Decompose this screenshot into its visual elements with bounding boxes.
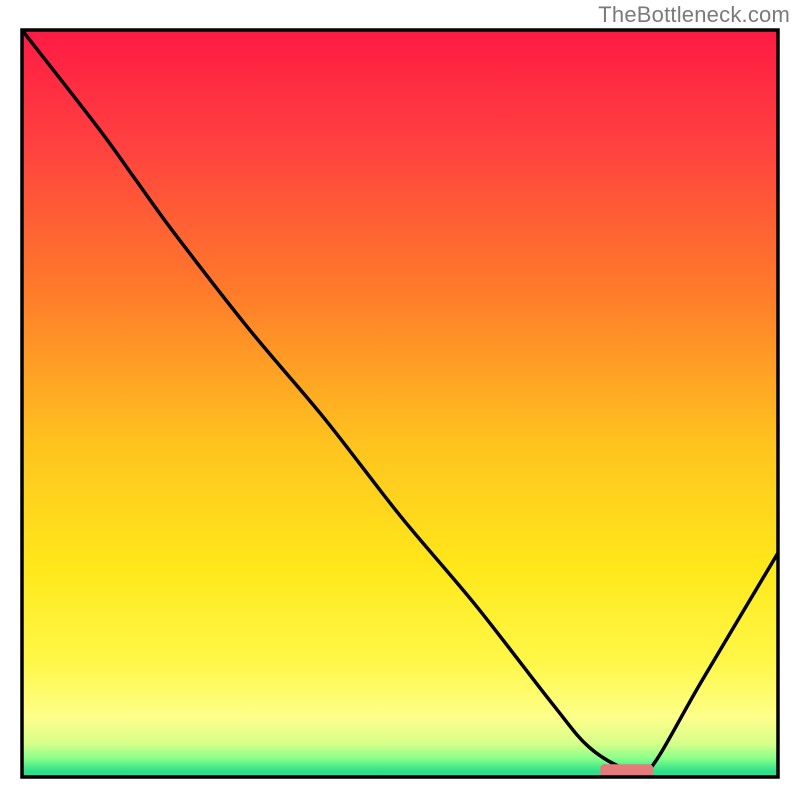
plot-background xyxy=(22,30,778,777)
chart-container: { "watermark": "TheBottleneck.com", "cha… xyxy=(0,0,800,800)
watermark-text: TheBottleneck.com xyxy=(598,2,790,28)
chart-svg xyxy=(0,0,800,800)
